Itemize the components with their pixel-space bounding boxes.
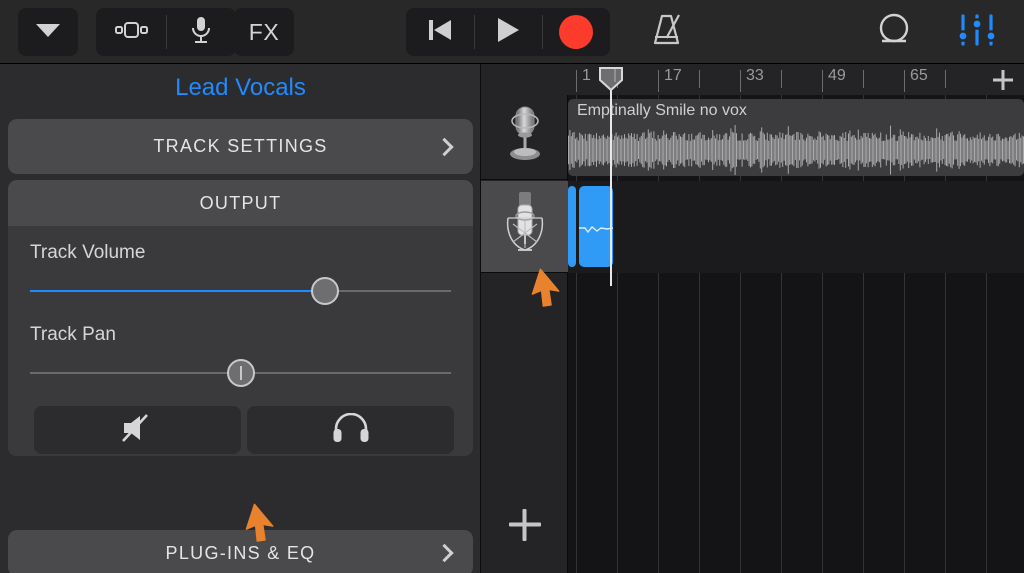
ruler-number: 33 <box>746 67 764 84</box>
view-mic-group <box>96 8 236 56</box>
solo-button[interactable] <box>247 406 454 454</box>
chevron-right-icon <box>435 137 454 156</box>
ruler-tick <box>945 70 946 88</box>
track-lanes: Emptinally Smile no vox <box>568 95 1024 573</box>
ruler-tick <box>658 70 659 92</box>
fx-button[interactable]: FX <box>234 8 294 56</box>
track-controls-panel: Lead Vocals TRACK SETTINGS OUTPUT Track … <box>0 64 481 573</box>
chevron-right-icon-2 <box>435 543 454 563</box>
add-region-button[interactable] <box>985 64 1021 95</box>
timeline-ruler[interactable]: 1 17 33 49 65 <box>481 64 1024 95</box>
rewind-button[interactable] <box>406 8 474 56</box>
playhead-line <box>610 86 612 286</box>
metronome-button[interactable] <box>638 8 698 56</box>
ruler-tick <box>740 70 741 92</box>
panel-title: Lead Vocals <box>175 74 306 101</box>
track-headers <box>481 95 568 573</box>
ruler-tick <box>576 70 577 92</box>
plugins-eq-label: PLUG-INS & EQ <box>165 542 316 563</box>
track-view-button[interactable] <box>96 8 166 56</box>
playhead-handle[interactable] <box>598 66 624 92</box>
pointer-to-plugins-eq <box>244 503 292 560</box>
top-toolbar: FX <box>0 0 1024 64</box>
mute-button[interactable] <box>34 406 241 454</box>
track-controls-button[interactable] <box>948 8 1006 56</box>
track-header-1[interactable] <box>481 95 568 180</box>
volume-fill <box>30 290 325 292</box>
pointer-to-track-header <box>530 268 578 325</box>
play-button[interactable] <box>474 8 542 56</box>
ruler-number: 17 <box>664 67 682 84</box>
record-button[interactable] <box>542 8 610 56</box>
chevron-down-icon <box>35 22 61 43</box>
pan-knob[interactable] <box>226 359 255 387</box>
output-label: OUTPUT <box>199 193 282 213</box>
ruler-tick <box>699 70 700 88</box>
vintage-microphone-icon <box>499 102 551 173</box>
lane-2[interactable] <box>568 181 1024 273</box>
ruler-header-gap <box>481 64 568 95</box>
ruler-tick <box>904 70 905 92</box>
go-to-beginning-icon <box>426 17 454 48</box>
transport-group <box>406 8 610 56</box>
region-name-1: Emptinally Smile no vox <box>577 102 747 119</box>
headphones-icon <box>332 412 370 448</box>
ruler-tick <box>822 70 823 92</box>
audio-region-1[interactable]: Emptinally Smile no vox <box>568 99 1024 176</box>
mixer-sliders-icon <box>956 13 998 52</box>
microphone-input-button[interactable] <box>166 8 236 56</box>
loop-icon <box>875 12 915 53</box>
track-header-2[interactable] <box>481 181 568 273</box>
ruler-number: 1 <box>582 67 591 84</box>
track-settings-label: TRACK SETTINGS <box>153 136 328 156</box>
record-icon <box>559 15 593 49</box>
waveform-2 <box>579 226 613 234</box>
output-section: OUTPUT Track Volume Track Pan <box>8 180 473 456</box>
metronome-off-icon <box>649 12 687 53</box>
waveform-1 <box>568 125 1024 175</box>
add-track-button[interactable] <box>481 495 568 555</box>
garageband-window: FX Lead Vocals TRACK SETTINGS OUTPUT Tra… <box>0 0 1024 573</box>
ruler-number: 49 <box>828 67 846 84</box>
microphone-icon <box>190 15 212 50</box>
fx-label: FX <box>248 18 280 45</box>
ruler-number: 65 <box>910 67 928 84</box>
blue-region-2[interactable] <box>579 186 613 267</box>
navigation-dropdown-button[interactable] <box>18 8 78 56</box>
ruler-tick <box>781 70 782 88</box>
track-settings-button[interactable]: TRACK SETTINGS <box>8 119 473 174</box>
tracks-view-icon <box>114 20 148 45</box>
track-pan-label: Track Pan <box>30 324 116 345</box>
blue-region-1[interactable] <box>568 186 576 267</box>
loop-browser-button[interactable] <box>866 8 924 56</box>
condenser-microphone-icon <box>496 188 554 265</box>
output-body: Track Volume Track Pan <box>8 226 473 456</box>
track-volume-slider[interactable] <box>30 274 451 308</box>
track-pan-slider[interactable] <box>30 356 451 390</box>
volume-knob[interactable] <box>310 277 339 305</box>
lane-1[interactable]: Emptinally Smile no vox <box>568 95 1024 180</box>
play-icon <box>495 16 521 49</box>
plugins-eq-button[interactable]: PLUG-INS & EQ <box>8 530 473 573</box>
mute-icon <box>120 412 156 449</box>
track-volume-label: Track Volume <box>30 242 146 263</box>
ruler-tick <box>863 70 864 88</box>
